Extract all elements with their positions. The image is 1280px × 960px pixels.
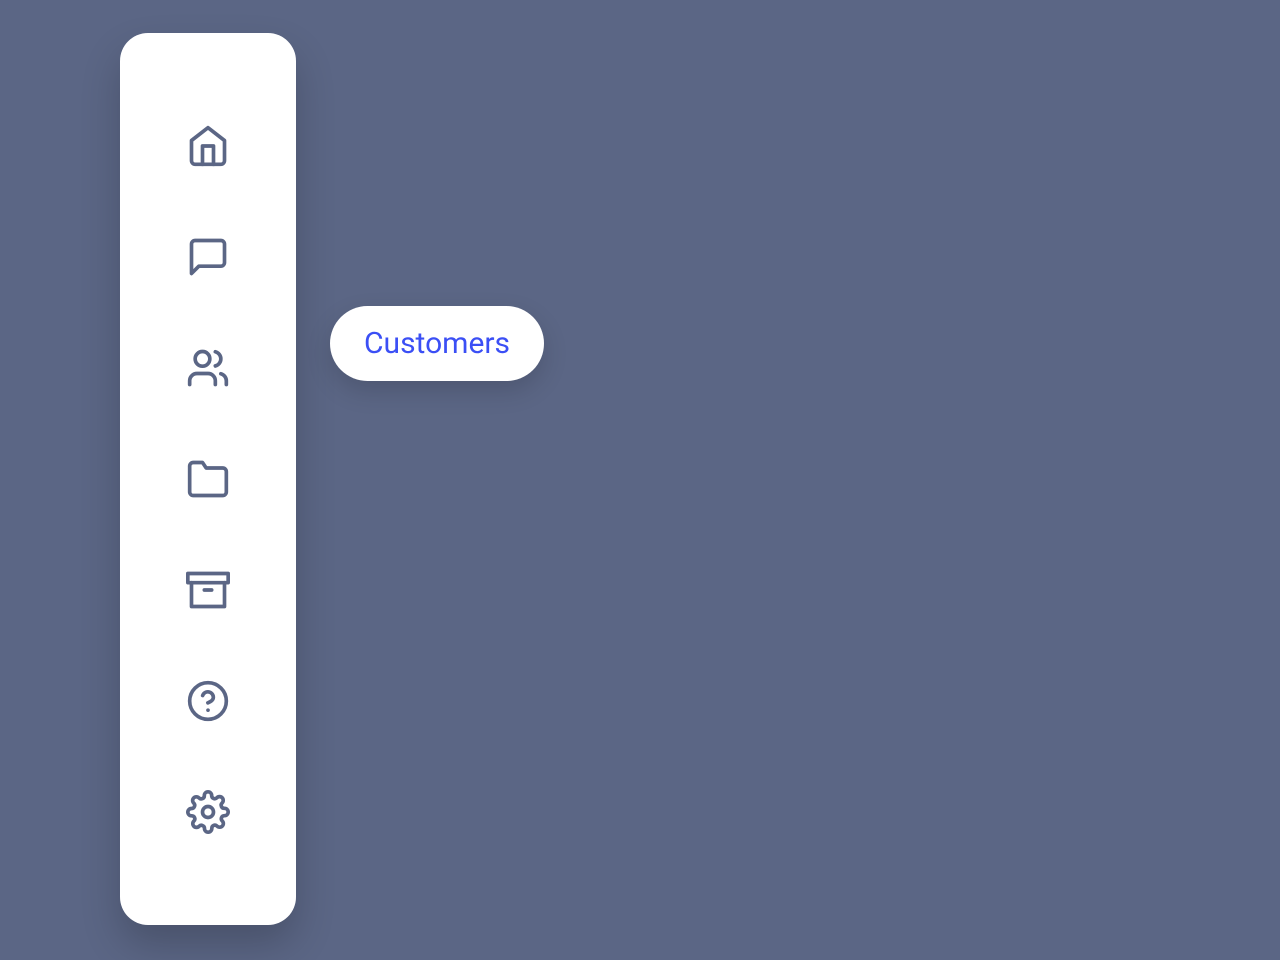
home-icon	[186, 124, 230, 168]
users-icon	[186, 346, 230, 390]
archive-icon	[186, 568, 230, 612]
sidebar-item-messages[interactable]	[120, 202, 296, 313]
tooltip-customers: Customers	[330, 306, 544, 381]
tooltip-label: Customers	[364, 326, 510, 361]
sidebar-item-settings[interactable]	[120, 756, 296, 867]
help-icon	[186, 679, 230, 723]
message-icon	[186, 235, 230, 279]
sidebar-item-home[interactable]	[120, 91, 296, 202]
sidebar-item-help[interactable]	[120, 645, 296, 756]
sidebar-item-projects[interactable]	[120, 424, 296, 535]
sidebar-item-customers[interactable]	[120, 313, 296, 424]
settings-icon	[186, 790, 230, 834]
sidebar-item-archive[interactable]	[120, 534, 296, 645]
folder-icon	[186, 457, 230, 501]
sidebar	[120, 33, 296, 925]
